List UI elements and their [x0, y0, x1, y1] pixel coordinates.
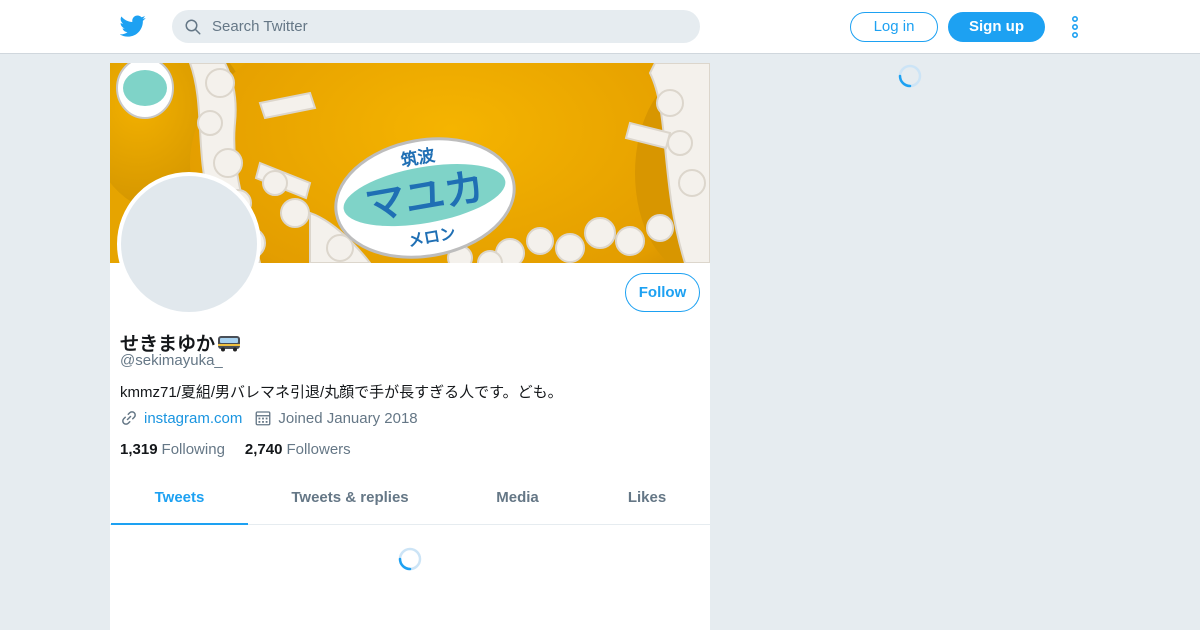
tab-likes[interactable]: Likes: [605, 475, 689, 525]
following-count-link[interactable]: 1,319 Following: [120, 441, 225, 458]
tab-media[interactable]: Media: [470, 475, 565, 525]
loading-spinner-icon: [398, 547, 422, 571]
top-navigation-bar: Log in Sign up: [0, 0, 1200, 54]
profile-card: 筑波 マユカ メロン Follow せきまゆか @sekimayuka_ kmm…: [110, 63, 710, 630]
sign-up-button[interactable]: Sign up: [948, 12, 1045, 42]
website-link[interactable]: instagram.com: [144, 410, 242, 427]
follow-counts: 1,319 Following 2,740 Followers: [120, 441, 371, 458]
profile-tabs: Tweets Tweets & replies Media Likes: [110, 475, 710, 525]
calendar-icon: [255, 411, 271, 426]
joined-date: Joined January 2018: [278, 409, 418, 427]
log-in-button[interactable]: Log in: [850, 12, 938, 42]
follow-button[interactable]: Follow: [625, 273, 700, 312]
loading-spinner-icon: [898, 64, 922, 88]
link-icon: [122, 411, 136, 425]
search-box[interactable]: [172, 10, 700, 43]
followers-count: 2,740: [244, 441, 283, 458]
followers-label: Followers: [286, 441, 351, 458]
following-label: Following: [161, 441, 225, 458]
search-input[interactable]: [212, 10, 682, 43]
twitter-bird-icon[interactable]: [120, 13, 146, 39]
following-count: 1,319: [120, 441, 158, 458]
search-icon: [185, 19, 201, 35]
more-vertical-icon[interactable]: [1067, 15, 1083, 39]
user-handle: @sekimayuka_: [120, 352, 223, 369]
bus-icon: [218, 335, 241, 351]
avatar[interactable]: [117, 172, 261, 316]
profile-meta: instagram.com Joined January 2018: [120, 409, 418, 427]
followers-count-link[interactable]: 2,740 Followers: [245, 441, 351, 458]
profile-bio: kmmz71/夏組/男バレマネ引退/丸顔で手が長すぎる人です。ども。: [120, 384, 563, 401]
tab-tweets[interactable]: Tweets: [111, 475, 248, 525]
tab-tweets-and-replies[interactable]: Tweets & replies: [270, 475, 430, 525]
